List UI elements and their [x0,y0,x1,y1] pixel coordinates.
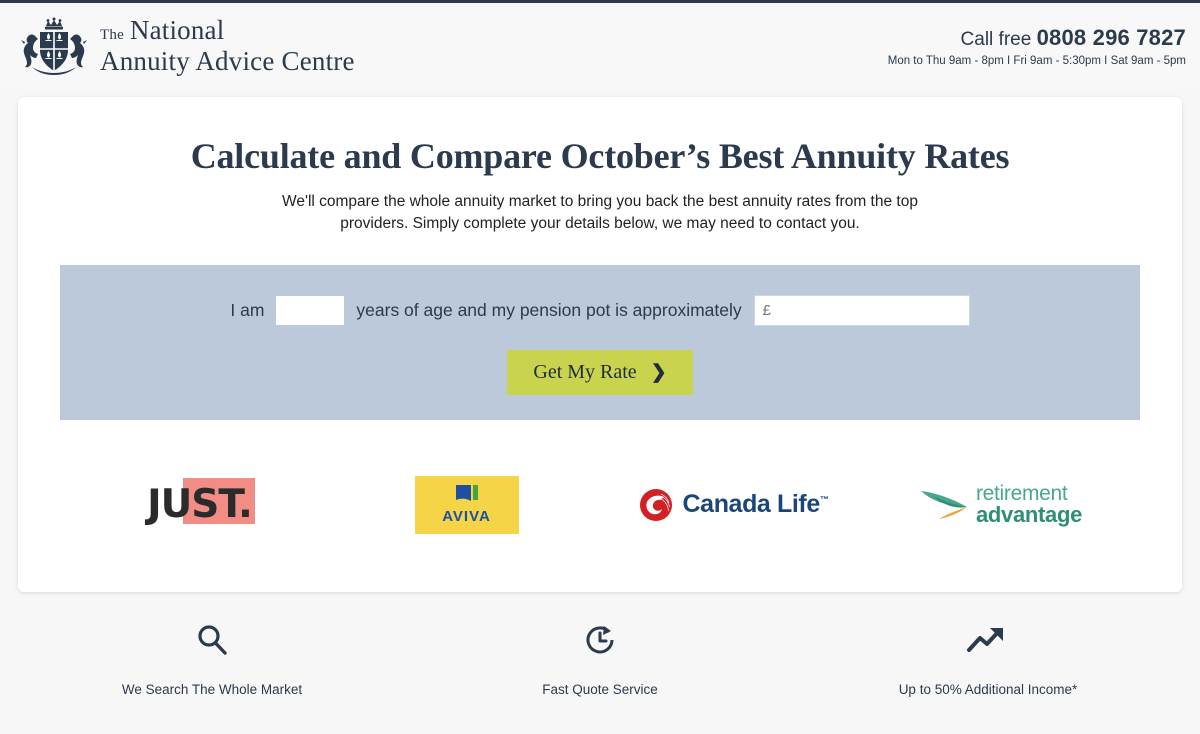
feature-label: Fast Quote Service [542,682,658,697]
advantage-word: advantage [975,502,1083,528]
canada-life-mark-icon [639,488,672,521]
heraldic-shield-crest-icon [21,17,87,75]
feature-additional-income: Up to 50% Additional Income* [794,618,1182,697]
feature-fast-quote: Fast Quote Service [406,618,794,697]
phone-number[interactable]: 0808 296 7827 [1037,25,1186,50]
contact-block: Call free 0808 296 7827 Mon to Thu 9am -… [888,25,1186,67]
retirement-advantage-swoosh-icon [920,490,967,519]
chevron-right-icon: ❯ [650,361,667,383]
retirement-word: retirement [975,482,1068,506]
quote-form-panel: I am years of age and my pension pot is … [60,264,1140,420]
get-my-rate-button[interactable]: Get My Rate ❯ [507,349,693,395]
page-subtitle: We'll compare the whole annuity market t… [282,193,918,233]
age-input[interactable] [276,295,345,325]
search-icon [198,625,227,655]
brand-logo[interactable]: The National Annuity Advice Centre [18,15,355,77]
fast-clock-icon [586,626,614,654]
cta-label: Get My Rate [533,360,637,383]
page-title: Calculate and Compare October’s Best Ann… [190,136,1010,176]
provider-logo-aviva[interactable]: AVIVA [333,475,600,534]
quote-form-row: I am years of age and my pension pot is … [60,294,1140,326]
brand-line-2: Annuity Advice Centre [100,46,355,76]
provider-logo-just[interactable]: JUST. [66,478,333,528]
hero-card: Calculate and Compare October’s Best Ann… [18,97,1182,592]
pension-pot-input[interactable] [753,294,970,326]
just-wordmark: JUST. [147,482,253,528]
feature-search-market: We Search The Whole Market [18,618,406,697]
brand-the: The [100,27,124,43]
canada-life-wordmark: Canada Life™ [682,490,829,519]
aviva-flag-icon [455,485,478,502]
feature-strip: We Search The Whole Market Fast Quote Se… [0,618,1200,697]
aviva-wordmark: AVIVA [442,508,491,526]
trending-up-icon [967,628,1003,652]
brand-wordmark: The National Annuity Advice Centre [100,17,355,75]
call-free-label: Call free [960,29,1032,50]
trademark-symbol: ™ [819,495,829,506]
provider-logos: JUST. AVIVA Canada Life™ retirement adva… [66,470,1134,540]
page-header: The National Annuity Advice Centre Call … [0,3,1200,89]
brand-line-1: National [129,15,225,45]
form-prefix-label: I am [230,299,265,320]
provider-logo-canada-life[interactable]: Canada Life™ [600,488,867,522]
feature-label: We Search The Whole Market [121,682,303,697]
form-middle-label: years of age and my pension pot is appro… [356,299,742,320]
opening-hours: Mon to Thu 9am - 8pm I Fri 9am - 5:30pm … [887,55,1186,67]
feature-label: Up to 50% Additional Income* [898,682,1078,697]
provider-logo-retirement-advantage[interactable]: retirement advantage [867,483,1134,527]
